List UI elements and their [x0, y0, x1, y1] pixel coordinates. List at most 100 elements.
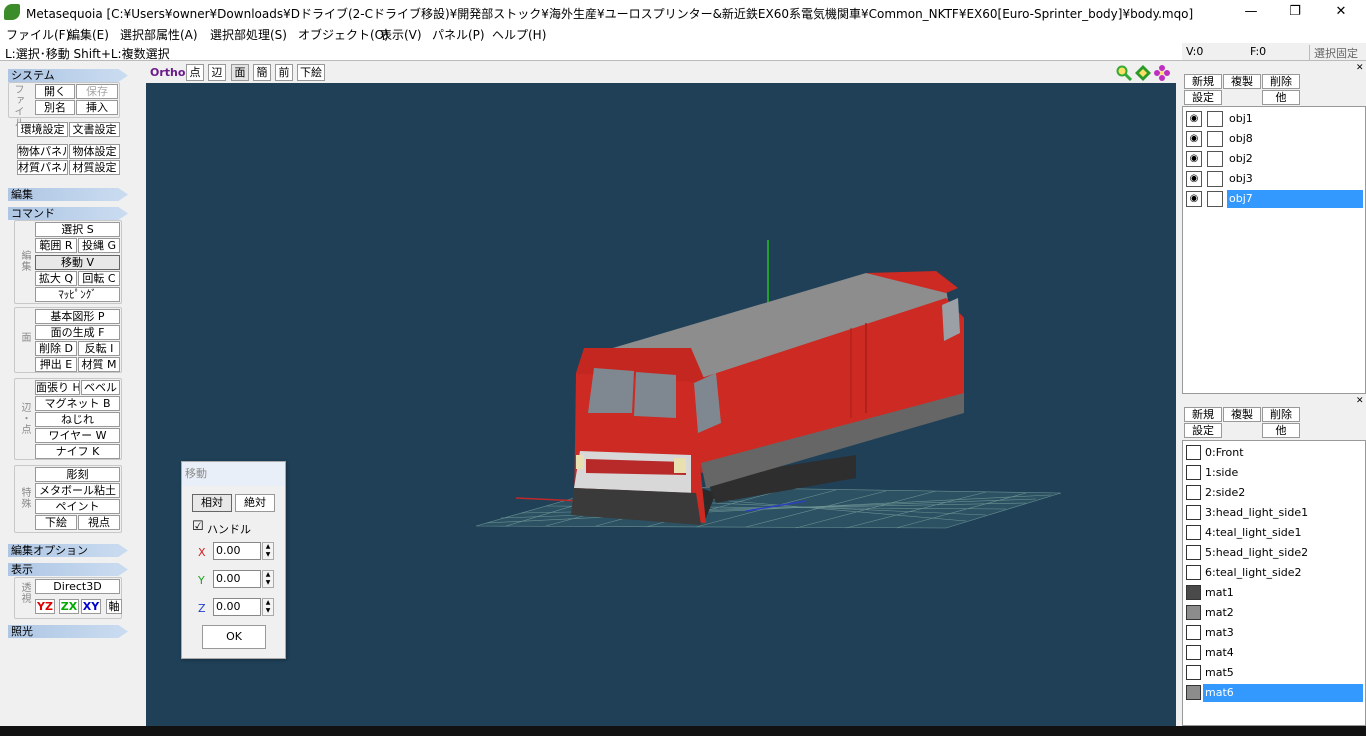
material-row[interactable]: mat1 — [1183, 583, 1365, 603]
visibility-eye-icon[interactable]: ◉ — [1186, 151, 1202, 167]
object-settings-button[interactable]: 設定 — [1184, 90, 1222, 105]
material-row[interactable]: 0:Front — [1183, 443, 1365, 463]
extrude-button[interactable]: 押出 E — [35, 357, 77, 372]
absolute-button[interactable]: 絶対 — [235, 494, 275, 512]
bevel-button[interactable]: ベベル — [81, 380, 120, 395]
y-spinner[interactable]: ▲ ▼ — [262, 570, 274, 588]
edge-mode-button[interactable]: 辺 — [208, 64, 226, 81]
object-row[interactable]: ◉ obj1 — [1183, 109, 1365, 129]
material-delete-button[interactable]: 削除 — [1262, 407, 1300, 422]
command-header[interactable]: コマンド — [8, 207, 128, 220]
material-row[interactable]: mat5 — [1183, 663, 1365, 683]
move-button[interactable]: 移動 V — [35, 255, 120, 270]
xy-view-button[interactable]: XY — [81, 599, 101, 614]
menu-edit[interactable]: 編集(E) — [68, 26, 109, 43]
point-mode-button[interactable]: 点 — [186, 64, 204, 81]
mapping-button[interactable]: ﾏｯﾋﾟﾝｸﾞ — [35, 287, 120, 302]
object-duplicate-button[interactable]: 複製 — [1223, 74, 1261, 89]
magnet-button[interactable]: マグネット B — [35, 396, 120, 411]
material-row[interactable]: 4:teal_light_side1 — [1183, 523, 1365, 543]
flip-button[interactable]: 反転 I — [78, 341, 120, 356]
ortho-toggle[interactable]: Ortho — [150, 66, 185, 79]
handle-checkbox[interactable]: ☑ — [192, 519, 204, 534]
menu-view[interactable]: 表示(V) — [380, 26, 422, 43]
object-new-button[interactable]: 新規 — [1184, 74, 1222, 89]
object-row[interactable]: ◉ obj3 — [1183, 169, 1365, 189]
sketch-toggle-button[interactable]: 下絵 — [297, 64, 325, 81]
face-mode-button[interactable]: 面 — [231, 64, 249, 81]
material-new-button[interactable]: 新規 — [1184, 407, 1222, 422]
sketch-button[interactable]: 下絵 — [35, 515, 77, 530]
display-header[interactable]: 表示 — [8, 563, 128, 576]
open-button[interactable]: 開く — [35, 84, 75, 99]
lock-toggle[interactable] — [1207, 111, 1223, 127]
material-row[interactable]: 2:side2 — [1183, 483, 1365, 503]
metaball-button[interactable]: メタボール粘土 — [35, 483, 120, 498]
material-assign-button[interactable]: 材質 M — [78, 357, 120, 372]
material-row[interactable]: 5:head_light_side2 — [1183, 543, 1365, 563]
object-panel-button[interactable]: 物体パネル — [17, 144, 68, 159]
z-input[interactable]: 0.00 — [213, 598, 261, 616]
lock-toggle[interactable] — [1207, 191, 1223, 207]
insert-button[interactable]: 挿入 — [76, 100, 118, 115]
viewpoint-button[interactable]: 視点 — [78, 515, 120, 530]
twist-button[interactable]: ねじれ — [35, 412, 120, 427]
x-input[interactable]: 0.00 — [213, 542, 261, 560]
material-panel-close-icon[interactable]: ✕ — [1356, 396, 1364, 406]
delete-button[interactable]: 削除 D — [35, 341, 77, 356]
axis-button[interactable]: 軸 — [106, 599, 122, 614]
menu-panel[interactable]: パネル(P) — [432, 26, 485, 43]
z-spinner[interactable]: ▲ ▼ — [262, 598, 274, 616]
edit-options-header[interactable]: 編集オプション — [8, 544, 128, 557]
menu-selection-process[interactable]: 選択部処理(S) — [210, 26, 287, 43]
material-row[interactable]: mat2 — [1183, 603, 1365, 623]
lock-toggle[interactable] — [1207, 131, 1223, 147]
3d-viewport[interactable] — [146, 83, 1176, 726]
front-button[interactable]: 前 — [275, 64, 293, 81]
move-dialog-title[interactable]: 移動 — [182, 462, 285, 486]
material-settings-button[interactable]: 材質設定 — [69, 160, 120, 175]
lighting-header[interactable]: 照光 — [8, 625, 128, 638]
relative-button[interactable]: 相対 — [192, 494, 232, 512]
yz-view-button[interactable]: YZ — [35, 599, 55, 614]
direct3d-button[interactable]: Direct3D — [35, 579, 120, 594]
close-button[interactable]: ✕ — [1318, 0, 1364, 24]
system-header[interactable]: システム — [8, 69, 128, 82]
y-input[interactable]: 0.00 — [213, 570, 261, 588]
doc-settings-button[interactable]: 文書設定 — [69, 122, 120, 137]
create-face-button[interactable]: 面の生成 F — [35, 325, 120, 340]
menu-help[interactable]: ヘルプ(H) — [492, 26, 546, 43]
range-button[interactable]: 範囲 R — [35, 238, 77, 253]
maximize-button[interactable]: ❐ — [1272, 0, 1318, 24]
object-settings-button[interactable]: 物体設定 — [69, 144, 120, 159]
object-row[interactable]: ◉ obj7 — [1183, 189, 1365, 209]
env-settings-button[interactable]: 環境設定 — [17, 122, 68, 137]
knife-button[interactable]: ナイフ K — [35, 444, 120, 459]
rotate-view-icon[interactable] — [1154, 65, 1170, 81]
visibility-eye-icon[interactable]: ◉ — [1186, 191, 1202, 207]
simple-mode-button[interactable]: 簡 — [253, 64, 271, 81]
material-other-button[interactable]: 他 — [1262, 423, 1300, 438]
menu-selection-attr[interactable]: 選択部属性(A) — [120, 26, 198, 43]
pan-icon[interactable] — [1135, 65, 1151, 81]
material-panel-button[interactable]: 材質パネル — [17, 160, 68, 175]
material-row[interactable]: mat4 — [1183, 643, 1365, 663]
material-settings-button[interactable]: 設定 — [1184, 423, 1222, 438]
select-button[interactable]: 選択 S — [35, 222, 120, 237]
menu-file[interactable]: ファイル(F) — [6, 26, 70, 43]
object-row[interactable]: ◉ obj2 — [1183, 149, 1365, 169]
material-row[interactable]: 6:teal_light_side2 — [1183, 563, 1365, 583]
lock-toggle[interactable] — [1207, 151, 1223, 167]
material-row[interactable]: 1:side — [1183, 463, 1365, 483]
lock-toggle[interactable] — [1207, 171, 1223, 187]
sculpt-button[interactable]: 彫刻 — [35, 467, 120, 482]
menu-object[interactable]: オブジェクト(O) — [298, 26, 389, 43]
x-spinner[interactable]: ▲ ▼ — [262, 542, 274, 560]
wire-button[interactable]: ワイヤー W — [35, 428, 120, 443]
object-row[interactable]: ◉ obj8 — [1183, 129, 1365, 149]
material-row[interactable]: 3:head_light_side1 — [1183, 503, 1365, 523]
primitive-button[interactable]: 基本図形 P — [35, 309, 120, 324]
visibility-eye-icon[interactable]: ◉ — [1186, 131, 1202, 147]
lasso-button[interactable]: 投縄 G — [78, 238, 120, 253]
material-row[interactable]: mat6 — [1183, 683, 1365, 703]
